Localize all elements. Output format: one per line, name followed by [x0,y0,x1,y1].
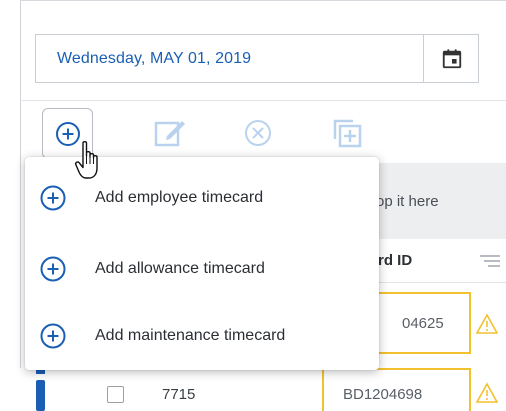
column-header-id[interactable]: rd ID [378,252,412,269]
drop-hint-text: op it here [376,193,439,210]
remove-button[interactable] [238,113,278,153]
copy-add-icon [333,119,362,148]
timecard-id: BD1204698 [343,386,423,403]
add-timecard-menu: Add employee timecard Add allowance time… [25,157,379,370]
calendar-button[interactable] [423,35,480,82]
add-circle-icon [40,256,66,282]
add-circle-icon [40,323,66,349]
menu-item-add-allowance-timecard[interactable]: Add allowance timecard [25,241,379,297]
warning-icon [476,313,498,334]
toolbar-divider [20,100,506,101]
remove-circle-icon [245,120,271,146]
menu-item-label: Add employee timecard [95,189,264,206]
menu-item-add-maintenance-timecard[interactable]: Add maintenance timecard [25,308,379,364]
copy-button[interactable] [327,113,367,153]
filter-icon[interactable] [476,253,502,269]
employee-number: 7715 [162,386,196,403]
edit-icon [154,121,185,147]
date-picker[interactable]: Wednesday, MAY 01, 2019 [35,34,479,83]
timecard-panel: Wednesday, MAY 01, 2019 op it here rd ID… [0,0,506,411]
panel-border-top [20,0,506,1]
row-checkbox[interactable] [107,386,124,403]
hand-cursor-icon [74,141,98,179]
panel-border-left [20,0,21,411]
menu-item-label: Add maintenance timecard [95,327,286,344]
date-value[interactable]: Wednesday, MAY 01, 2019 [57,50,251,68]
add-circle-icon [40,185,66,211]
menu-item-label: Add allowance timecard [95,260,265,277]
timecard-id: 04625 [402,315,444,332]
warning-icon [476,382,498,403]
calendar-icon [442,48,462,68]
edit-button[interactable] [150,113,190,153]
